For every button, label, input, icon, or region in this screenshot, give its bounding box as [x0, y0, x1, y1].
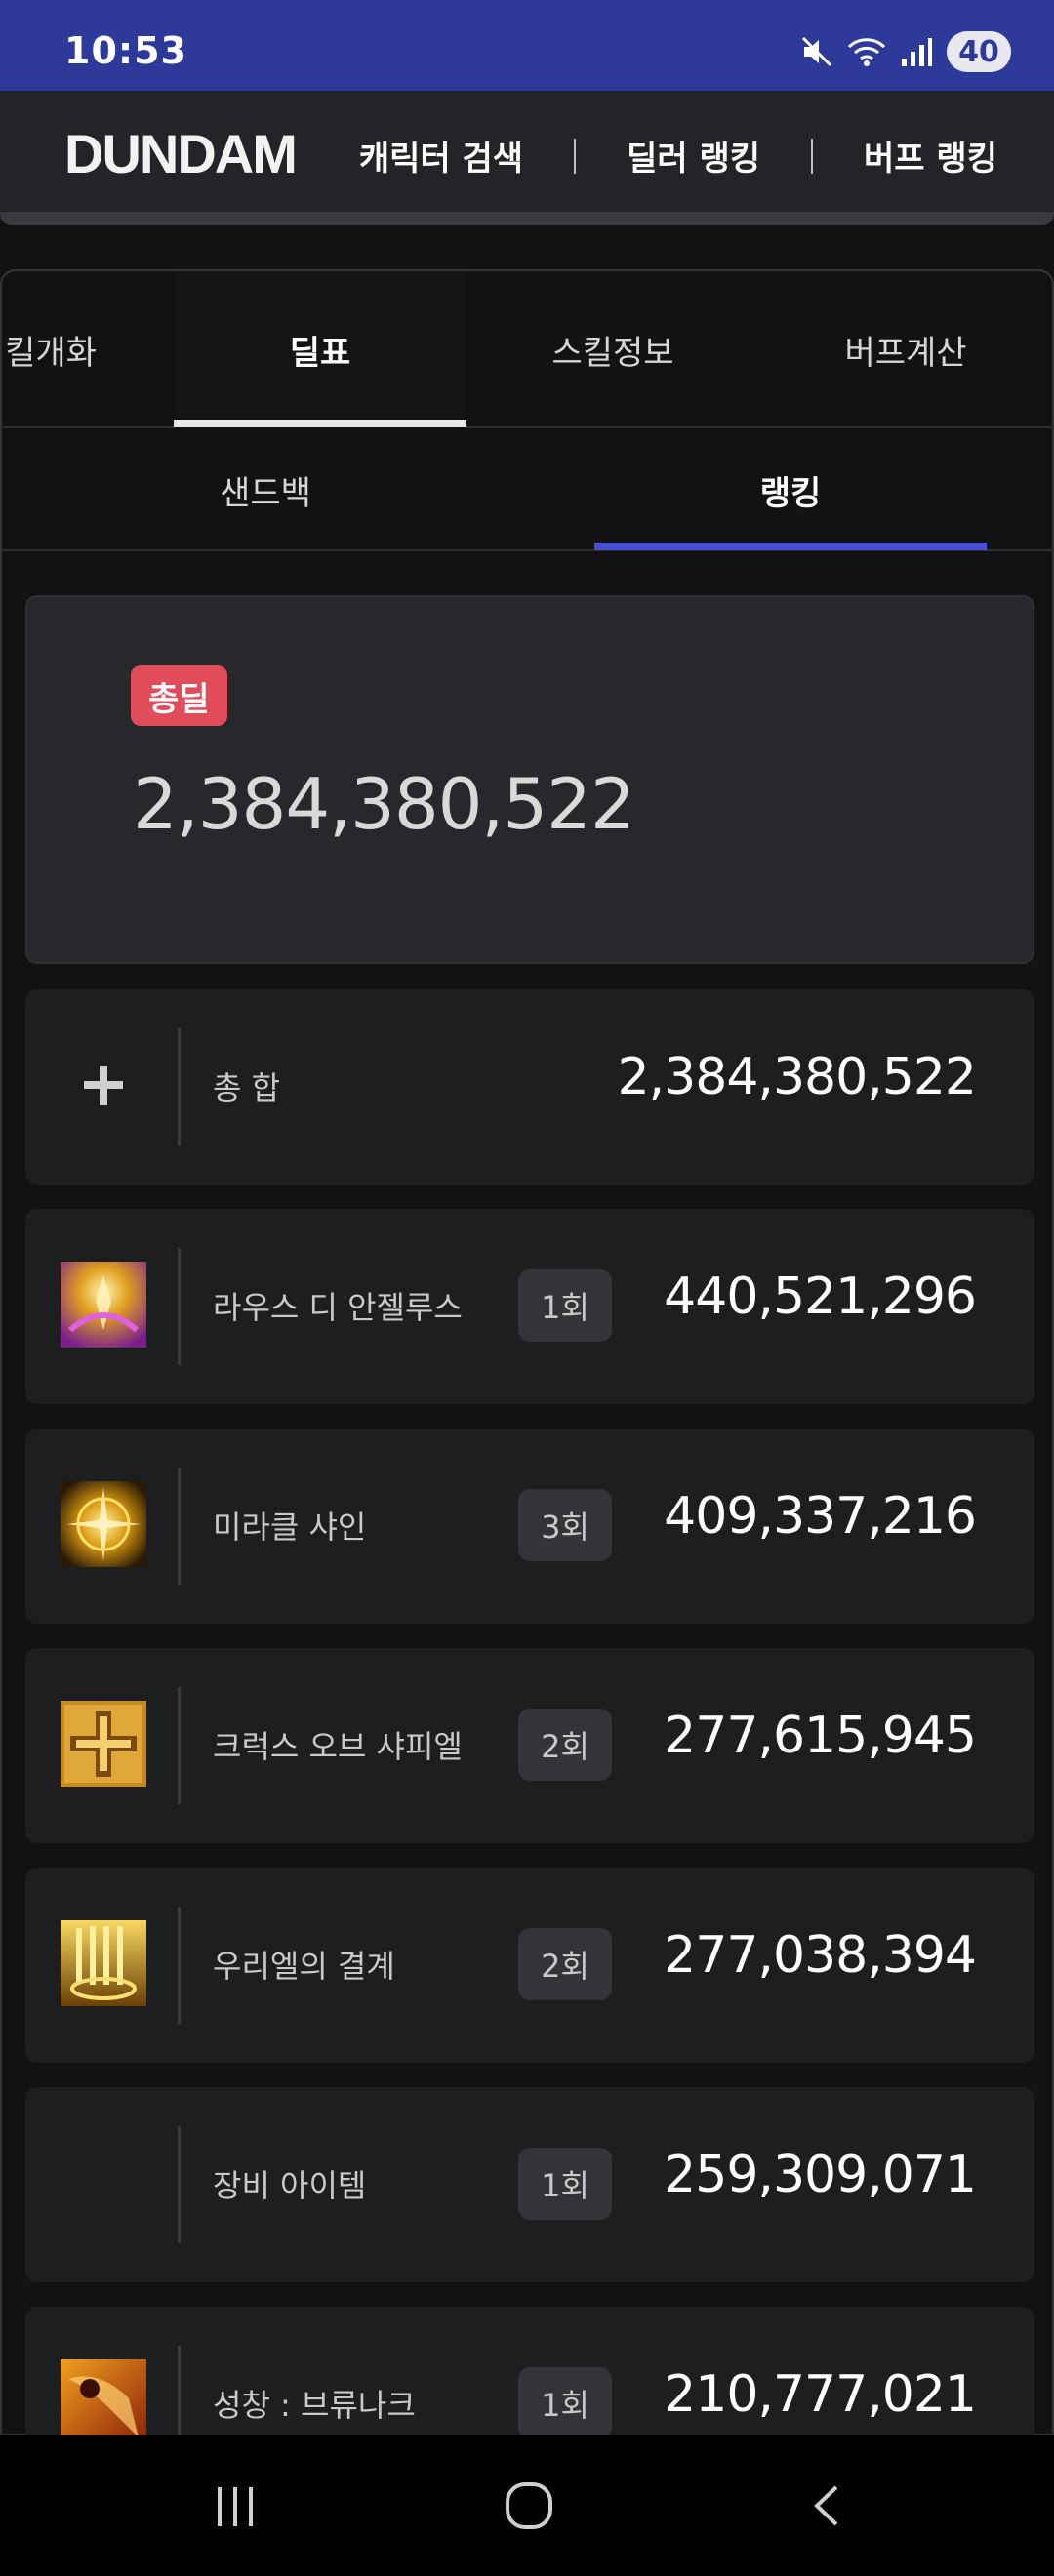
skill-row-total[interactable]: 총 합 2,384,380,522 — [25, 989, 1034, 1185]
back-button[interactable] — [789, 2475, 867, 2537]
status-time: 10:53 — [64, 29, 187, 72]
battery-indicator: 40 — [947, 31, 1011, 72]
skill-hit-count: 1회 — [518, 1269, 612, 1342]
tab-skill-enhance[interactable]: 킬개화 — [0, 271, 139, 428]
active-tab-indicator — [174, 420, 466, 427]
logo[interactable]: DUNDAM — [64, 122, 298, 185]
tab-deal-table[interactable]: 딜표 — [174, 271, 466, 428]
skill-hit-count: 2회 — [518, 1709, 612, 1781]
skill-row[interactable]: 우리엘의 결계 2회 277,038,394 — [25, 1868, 1034, 2063]
wifi-icon — [847, 35, 886, 68]
header-bottom-bar — [0, 212, 1054, 225]
total-damage-card: 총딜 2,384,380,522 — [25, 595, 1034, 964]
active-subtab-indicator — [594, 543, 987, 550]
subtab-sandbag[interactable]: 샌드백 — [2, 428, 529, 551]
status-bar: 10:53 40 — [0, 0, 1054, 91]
skill-name: 장비 아이템 — [213, 2167, 367, 2204]
skill-row[interactable]: 크럭스 오브 샤피엘 2회 277,615,945 — [25, 1648, 1034, 1843]
nav-character-search[interactable]: 캐릭터 검색 — [359, 132, 523, 180]
skill-damage: 409,337,216 — [664, 1487, 977, 1546]
row-divider — [178, 2126, 181, 2243]
app-header: DUNDAM 캐릭터 검색 딜러 랭킹 버프 랭킹 — [0, 91, 1054, 212]
row-divider — [178, 1907, 181, 2024]
skill-damage: 2,384,380,522 — [617, 1048, 977, 1107]
recent-apps-button[interactable] — [197, 2475, 275, 2537]
status-icons: 40 — [800, 31, 1011, 72]
skill-name: 우리엘의 결계 — [213, 1948, 395, 1985]
nav-dealer-ranking[interactable]: 딜러 랭킹 — [627, 132, 760, 180]
tab-buff-calc[interactable]: 버프계산 — [759, 271, 1052, 428]
signal-icon — [900, 35, 933, 68]
skill-row[interactable]: 라우스 디 안젤루스 1회 440,521,296 — [25, 1209, 1034, 1404]
holy-chant-brunac-skill-icon — [61, 2359, 146, 2445]
skill-name: 미라클 샤인 — [213, 1509, 367, 1546]
skill-name: 라우스 디 안젤루스 — [213, 1289, 463, 1326]
skill-damage: 277,615,945 — [664, 1707, 977, 1765]
cross-of-sapphiel-skill-icon — [61, 1701, 146, 1787]
system-nav-bar — [0, 2435, 1054, 2576]
row-divider — [178, 1028, 181, 1146]
mute-icon — [800, 35, 833, 68]
home-button[interactable] — [490, 2475, 568, 2537]
skill-hit-count: 1회 — [518, 2367, 612, 2439]
miracle-shine-skill-icon — [61, 1481, 146, 1567]
subtab-ranking[interactable]: 랭킹 — [527, 428, 1054, 551]
laus-di-angelus-skill-icon — [61, 1262, 146, 1348]
row-divider — [178, 1687, 181, 1804]
uriel-barrier-skill-icon — [61, 1920, 146, 2006]
plus-icon — [80, 1062, 127, 1108]
top-nav: 캐릭터 검색 딜러 랭킹 버프 랭킹 — [359, 132, 997, 180]
skill-damage: 210,777,021 — [664, 2365, 977, 2424]
nav-buff-ranking[interactable]: 버프 랭킹 — [864, 132, 997, 180]
skill-damage: 440,521,296 — [664, 1268, 977, 1326]
total-damage-value: 2,384,380,522 — [133, 763, 635, 845]
nav-divider — [574, 138, 577, 174]
tab-skill-info[interactable]: 스킬정보 — [466, 271, 759, 428]
skill-hit-count: 3회 — [518, 1489, 612, 1561]
skill-hit-count: 2회 — [518, 1928, 612, 2000]
skill-damage: 277,038,394 — [664, 1926, 977, 1985]
nav-divider — [811, 138, 814, 174]
subtab-bar: 샌드백 랭킹 — [2, 428, 1054, 551]
main-panel: 킬개화 딜표 스킬정보 버프계산 샌드백 랭킹 총딜 2,384,380,522… — [0, 269, 1054, 2502]
skill-name: 크럭스 오브 샤피엘 — [213, 1728, 463, 1765]
tab-bar: 킬개화 딜표 스킬정보 버프계산 — [2, 271, 1054, 428]
skill-name: 총 합 — [213, 1069, 281, 1107]
skill-hit-count: 1회 — [518, 2148, 612, 2220]
row-divider — [178, 1468, 181, 1585]
skill-name: 성창 : 브류나크 — [213, 2387, 416, 2424]
skill-row[interactable]: 미라클 샤인 3회 409,337,216 — [25, 1429, 1034, 1624]
skill-damage: 259,309,071 — [664, 2146, 977, 2204]
skill-row[interactable]: 장비 아이템 1회 259,309,071 — [25, 2087, 1034, 2282]
total-damage-badge: 총딜 — [131, 665, 227, 726]
row-divider — [178, 1248, 181, 1365]
